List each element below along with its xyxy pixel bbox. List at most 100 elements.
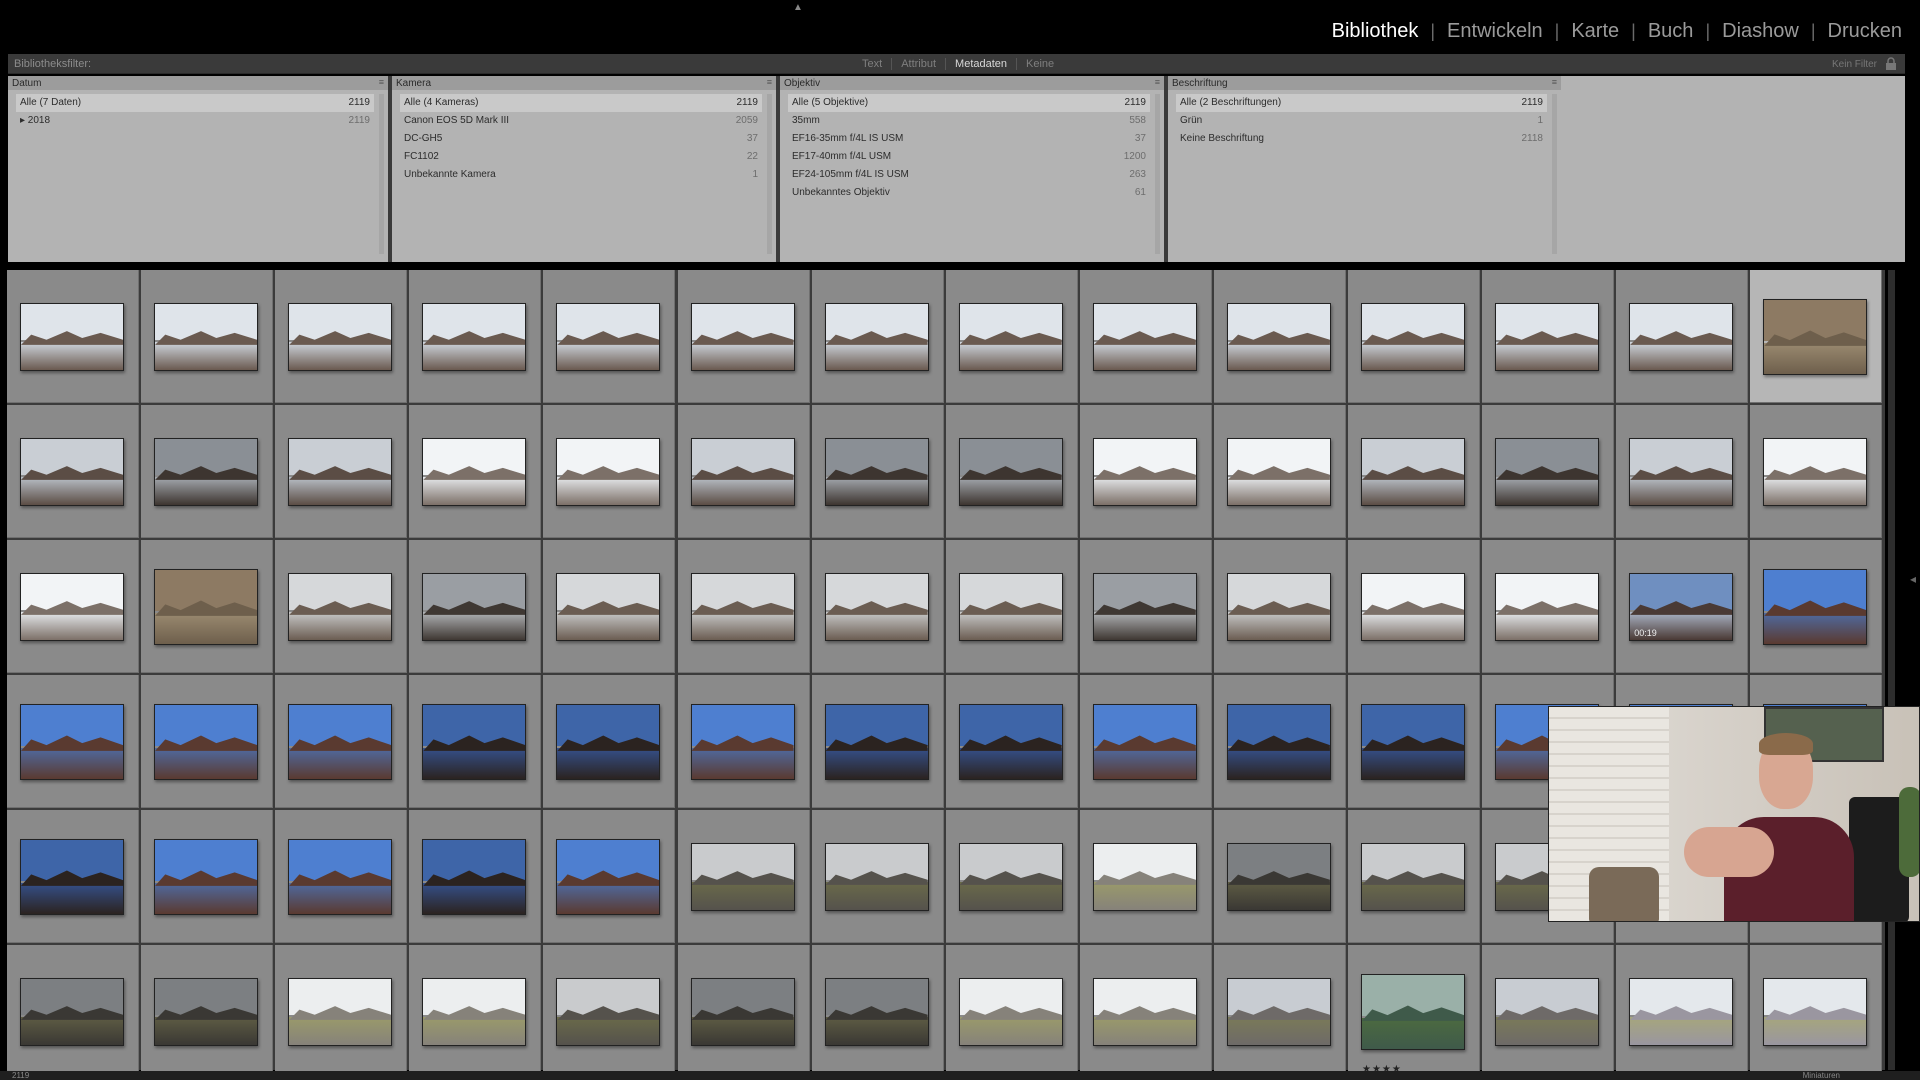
panel-collapse-arrow-icon[interactable]: ▲ (791, 2, 805, 13)
photo-thumbnail[interactable] (1092, 704, 1197, 780)
thumbnail-cell[interactable] (1079, 270, 1212, 403)
photo-thumbnail[interactable] (958, 843, 1063, 911)
photo-thumbnail[interactable] (288, 573, 393, 641)
photo-thumbnail[interactable] (288, 978, 393, 1046)
thumbnail-cell[interactable] (945, 270, 1078, 403)
module-drucken[interactable]: Drucken (1828, 20, 1902, 43)
thumbnail-cell[interactable] (1750, 405, 1883, 538)
filter-preset-dropdown[interactable]: Kein Filter (1832, 59, 1877, 70)
photo-thumbnail[interactable] (1629, 438, 1734, 506)
photo-thumbnail[interactable] (288, 839, 393, 915)
metadata-row[interactable]: Alle (7 Daten) 2119 (16, 94, 374, 112)
thumbnail-cell[interactable] (1750, 945, 1883, 1078)
metadata-row[interactable]: EF17-40mm f/4L USM 1200 (788, 148, 1150, 166)
metadata-row[interactable]: Canon EOS 5D Mark III 2059 (400, 112, 762, 130)
photo-thumbnail[interactable] (1092, 978, 1197, 1046)
photo-thumbnail[interactable] (1092, 438, 1197, 506)
photo-thumbnail[interactable] (1226, 573, 1331, 641)
thumbnail-cell[interactable] (141, 540, 274, 673)
right-panel-toggle-icon[interactable]: ◂ (1910, 572, 1916, 586)
photo-thumbnail[interactable] (690, 704, 795, 780)
thumbnail-cell[interactable] (275, 810, 408, 943)
photo-thumbnail[interactable] (1495, 573, 1600, 641)
thumbnail-cell[interactable] (7, 270, 139, 403)
photo-thumbnail[interactable] (690, 303, 795, 371)
metadata-row[interactable]: Grün 1 (1176, 112, 1547, 130)
photo-thumbnail[interactable] (1226, 438, 1331, 506)
photo-thumbnail[interactable] (690, 573, 795, 641)
photo-thumbnail[interactable] (958, 573, 1063, 641)
thumbnail-cell[interactable] (1482, 405, 1615, 538)
photo-thumbnail[interactable] (958, 303, 1063, 371)
photo-thumbnail[interactable] (422, 573, 527, 641)
thumbnail-cell[interactable] (811, 405, 944, 538)
column-scrollbar[interactable] (1155, 94, 1160, 254)
module-entwickeln[interactable]: Entwickeln (1447, 20, 1543, 43)
thumbnail-cell[interactable] (275, 405, 408, 538)
photo-thumbnail[interactable] (690, 843, 795, 911)
module-karte[interactable]: Karte (1571, 20, 1619, 43)
photo-thumbnail[interactable] (288, 303, 393, 371)
thumbnail-cell[interactable] (141, 945, 274, 1078)
filter-tab-metadaten[interactable]: Metadaten (945, 58, 1016, 70)
thumbnail-cell[interactable] (1750, 540, 1883, 673)
photo-thumbnail[interactable] (1092, 573, 1197, 641)
photo-thumbnail[interactable] (958, 438, 1063, 506)
thumbnail-cell[interactable]: 00:19 (1616, 540, 1749, 673)
filter-tab-text[interactable]: Text (853, 58, 891, 70)
photo-thumbnail[interactable] (824, 438, 929, 506)
metadata-row[interactable]: EF24-105mm f/4L IS USM 263 (788, 166, 1150, 184)
thumbnail-cell[interactable] (543, 405, 676, 538)
thumbnail-cell[interactable] (1750, 270, 1883, 403)
thumbnail-cell[interactable] (945, 810, 1078, 943)
thumbnail-cell[interactable] (677, 405, 810, 538)
photo-thumbnail[interactable] (20, 303, 124, 371)
photo-thumbnail[interactable] (1092, 843, 1197, 911)
photo-thumbnail[interactable] (1361, 974, 1465, 1050)
grid-scrollbar[interactable] (1888, 270, 1895, 1070)
metadata-row[interactable]: Alle (4 Kameras) 2119 (400, 94, 762, 112)
thumbnail-cell[interactable] (543, 945, 676, 1078)
thumbnail-cell[interactable] (945, 540, 1078, 673)
thumbnail-cell[interactable] (811, 675, 944, 808)
photo-thumbnail[interactable] (1092, 303, 1197, 371)
thumbnail-cell[interactable] (7, 675, 139, 808)
photo-thumbnail[interactable] (154, 704, 259, 780)
photo-thumbnail[interactable] (824, 303, 929, 371)
metadata-row[interactable]: Alle (5 Objektive) 2119 (788, 94, 1150, 112)
photo-thumbnail[interactable] (824, 704, 929, 780)
photo-thumbnail[interactable] (154, 978, 259, 1046)
thumbnail-cell[interactable] (1213, 675, 1346, 808)
photo-thumbnail[interactable] (958, 978, 1063, 1046)
thumbnail-cell[interactable] (543, 675, 676, 808)
column-header[interactable]: Kamera ≡ (392, 76, 776, 90)
lock-icon[interactable] (1885, 57, 1897, 70)
thumbnail-cell[interactable] (811, 810, 944, 943)
column-menu-icon[interactable]: ≡ (379, 77, 384, 87)
thumbnail-cell[interactable] (7, 945, 139, 1078)
photo-thumbnail[interactable] (1629, 978, 1734, 1046)
photo-thumbnail[interactable] (422, 438, 527, 506)
photo-thumbnail[interactable] (154, 839, 259, 915)
thumbnail-cell[interactable] (677, 810, 810, 943)
thumbnail-cell[interactable] (141, 810, 274, 943)
photo-thumbnail[interactable] (1763, 569, 1868, 645)
thumbnail-cell[interactable] (1616, 270, 1749, 403)
photo-thumbnail[interactable] (1361, 704, 1465, 780)
thumbnail-cell[interactable] (409, 540, 542, 673)
photo-thumbnail[interactable] (1226, 704, 1331, 780)
photo-thumbnail[interactable] (154, 438, 259, 506)
photo-thumbnail[interactable] (20, 704, 124, 780)
thumbnail-cell[interactable] (1616, 945, 1749, 1078)
photo-thumbnail[interactable] (20, 573, 124, 641)
thumbnail-cell[interactable] (1213, 810, 1346, 943)
thumbnail-cell[interactable] (141, 675, 274, 808)
photo-thumbnail[interactable] (824, 573, 929, 641)
thumbnail-cell[interactable] (7, 405, 139, 538)
thumbnail-cell[interactable] (275, 675, 408, 808)
thumbnail-cell[interactable] (1079, 810, 1212, 943)
thumbnail-cell[interactable]: ★★★★ (1348, 945, 1480, 1078)
thumbnail-cell[interactable] (945, 405, 1078, 538)
column-scrollbar[interactable] (379, 94, 384, 254)
thumbnail-cell[interactable] (7, 810, 139, 943)
